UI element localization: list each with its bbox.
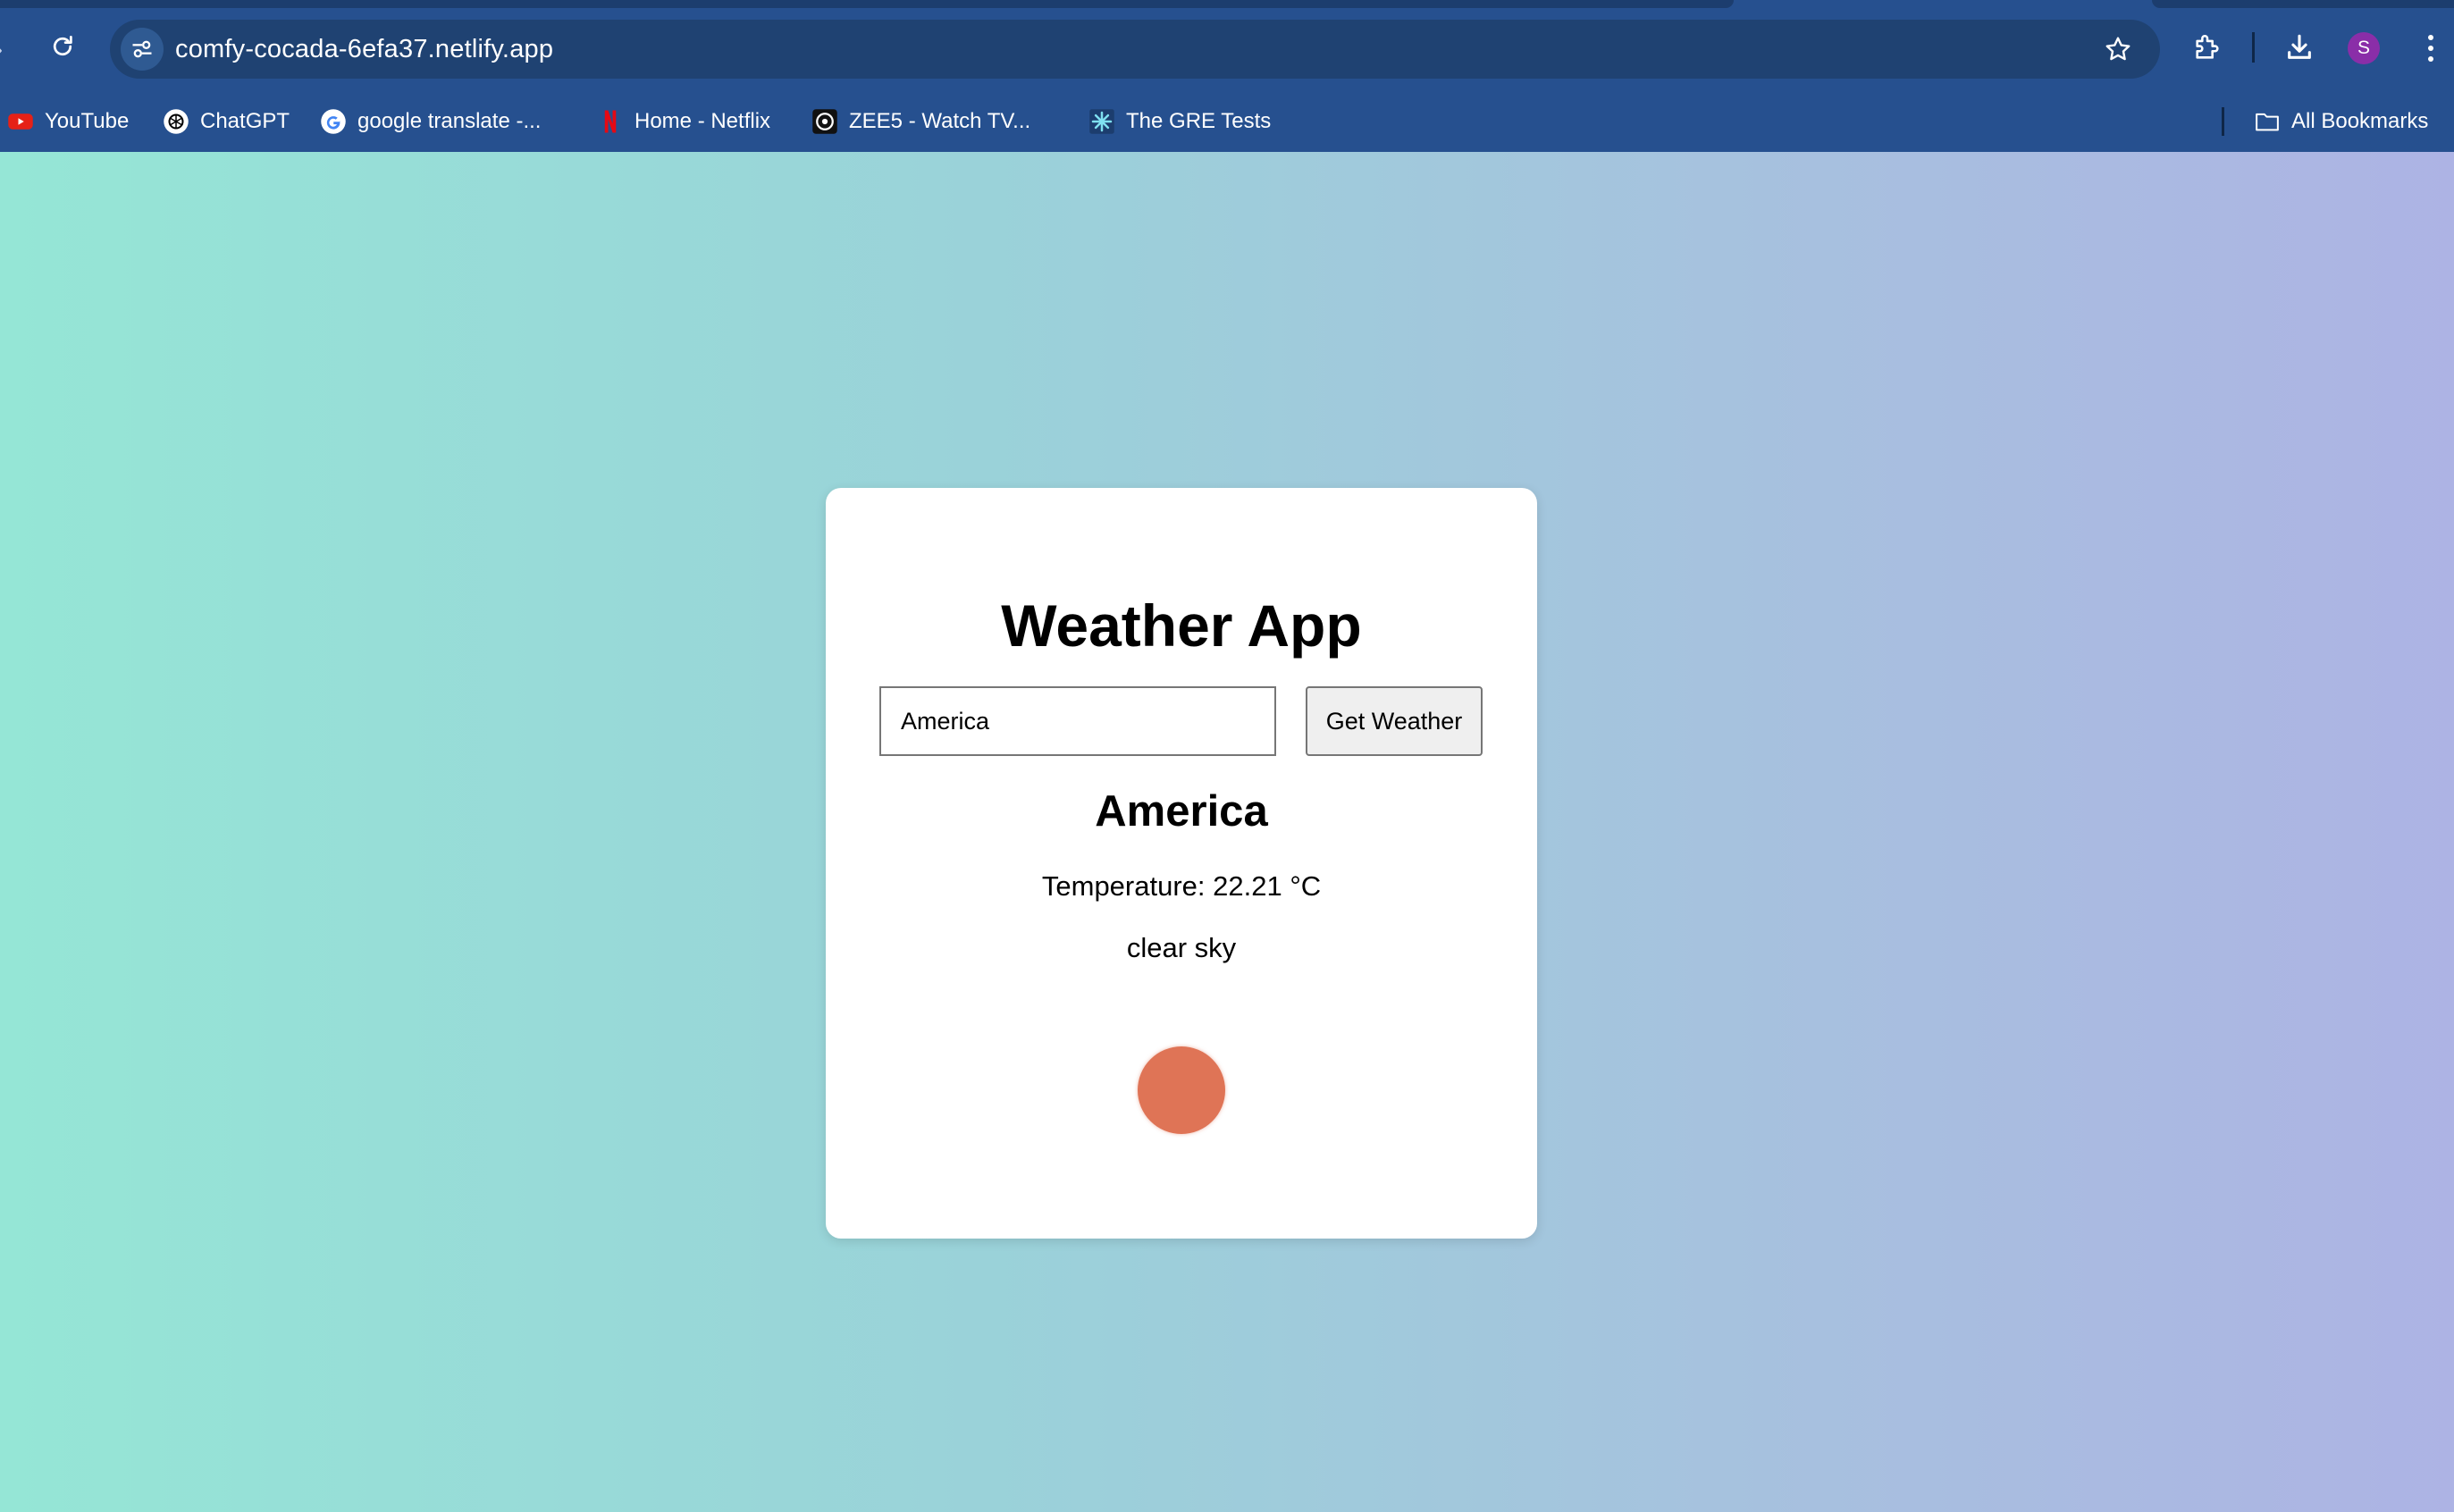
chatgpt-icon xyxy=(163,108,189,135)
toolbar-divider xyxy=(2252,32,2255,63)
netflix-icon xyxy=(597,108,624,135)
tab-strip-right xyxy=(2152,0,2454,8)
all-bookmarks-label: All Bookmarks xyxy=(2291,109,2429,133)
page-title: Weather App xyxy=(1001,592,1362,659)
temperature-text: Temperature: 22.21 °C xyxy=(1041,870,1322,902)
profile-avatar[interactable]: S xyxy=(2348,32,2380,64)
bookmark-zee5[interactable]: ZEE5 - Watch TV... xyxy=(811,104,1030,139)
bookmark-label: ChatGPT xyxy=(200,109,290,133)
reload-button[interactable] xyxy=(43,27,82,66)
reload-icon xyxy=(53,36,72,56)
tab-strip-left xyxy=(0,0,1734,8)
bookmark-star-button[interactable] xyxy=(2101,32,2135,66)
star-icon xyxy=(2105,37,2130,61)
bookmark-label: Home - Netflix xyxy=(635,109,771,133)
puzzle-icon xyxy=(2196,35,2219,59)
address-bar[interactable]: comfy-cocada-6efa37.netlify.app xyxy=(110,20,2160,79)
bookmark-gre[interactable]: The GRE Tests xyxy=(1088,104,1271,139)
bookmark-youtube[interactable]: YouTube xyxy=(7,104,129,139)
bookmark-label: ZEE5 - Watch TV... xyxy=(849,109,1031,133)
kebab-dot-icon xyxy=(2428,46,2433,51)
bookmark-label: YouTube xyxy=(45,109,130,133)
bookmarks-divider xyxy=(2222,107,2224,136)
kebab-dot-icon xyxy=(2428,56,2433,62)
all-bookmarks-button[interactable]: All Bookmarks xyxy=(2254,104,2428,139)
gre-icon xyxy=(1088,108,1115,135)
folder-icon xyxy=(2254,108,2281,135)
youtube-icon xyxy=(7,108,34,135)
browser-toolbar: › comfy-cocada-6efa37.netlify.app xyxy=(0,0,2454,152)
bookmark-netflix[interactable]: Home - Netflix xyxy=(597,104,770,139)
forward-icon[interactable]: › xyxy=(0,34,3,64)
kebab-dot-icon xyxy=(2428,35,2433,40)
tune-icon xyxy=(132,40,152,58)
url-text[interactable]: comfy-cocada-6efa37.netlify.app xyxy=(175,35,553,63)
bookmark-label: The GRE Tests xyxy=(1126,109,1272,133)
download-icon xyxy=(2288,34,2311,59)
site-info-button[interactable] xyxy=(121,28,164,71)
bookmark-chatgpt[interactable]: ChatGPT xyxy=(163,104,290,139)
weather-card: Weather App Get Weather America Temperat… xyxy=(826,488,1537,1239)
downloads-button[interactable] xyxy=(2279,27,2320,68)
google-icon xyxy=(320,108,347,135)
bookmark-label: google translate -... xyxy=(357,109,542,133)
weather-description: clear sky xyxy=(1126,932,1237,963)
get-weather-button[interactable]: Get Weather xyxy=(1306,686,1483,756)
menu-button[interactable] xyxy=(2413,29,2449,68)
sun-icon xyxy=(1138,1046,1225,1134)
city-name: America xyxy=(1095,787,1268,836)
page-background: Weather App Get Weather America Temperat… xyxy=(0,152,2454,1512)
bookmark-google-translate[interactable]: google translate -... xyxy=(320,104,541,139)
extensions-button[interactable] xyxy=(2187,27,2228,68)
city-search-input[interactable] xyxy=(879,686,1276,756)
zee5-icon xyxy=(811,108,838,135)
